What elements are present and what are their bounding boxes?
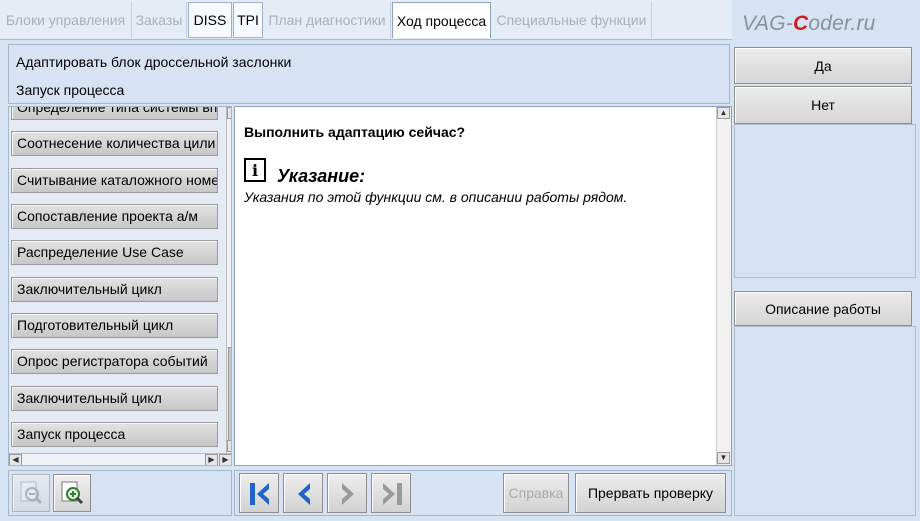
last-page-icon: [383, 483, 402, 505]
list-item[interactable]: Соотнесение количества цили: [11, 131, 218, 156]
list-item[interactable]: Считывание каталожного номе: [11, 168, 218, 193]
tab-diss[interactable]: DISS: [188, 2, 232, 38]
previous-icon: [298, 483, 310, 505]
scroll-left-icon[interactable]: ◀: [9, 454, 22, 465]
list-item[interactable]: Сопоставление проекта а/м: [11, 204, 218, 229]
zoom-in-icon: [61, 481, 84, 505]
right-lower-panel: [734, 326, 916, 516]
zoom-out-button[interactable]: [12, 474, 50, 512]
scroll-right-end-icon[interactable]: ▶: [219, 454, 231, 465]
hint-title: Указание:: [277, 166, 366, 186]
list-item[interactable]: Запуск процесса: [11, 422, 218, 447]
previous-button[interactable]: [283, 473, 323, 513]
help-button[interactable]: Справка: [503, 473, 569, 513]
next-button[interactable]: [327, 473, 367, 513]
work-description-button[interactable]: Описание работы: [734, 291, 912, 326]
tab-orders[interactable]: Заказы: [132, 2, 187, 38]
scroll-up-icon[interactable]: ▲: [227, 107, 231, 119]
process-step-list: Определение типа системы вп Соотнесение …: [8, 106, 232, 466]
list-item[interactable]: Опрос регистратора событий: [11, 349, 218, 374]
main-content-panel: Выполнить адаптацию сейчас? i Указание: …: [234, 106, 732, 466]
tab-process-flow[interactable]: Ход процесса: [392, 2, 491, 38]
process-step-title: Запуск процесса: [16, 82, 125, 98]
process-header: Адаптировать блок дроссельной заслонки З…: [8, 44, 730, 104]
list-scroll-thumb[interactable]: [228, 347, 231, 442]
list-item[interactable]: Заключительный цикл: [11, 277, 218, 302]
next-icon: [342, 483, 354, 505]
zoom-out-icon: [20, 481, 43, 505]
abort-test-button[interactable]: Прервать проверку: [575, 473, 726, 513]
right-empty-panel: [734, 124, 916, 278]
no-button[interactable]: Нет: [734, 86, 912, 124]
scroll-down-icon[interactable]: ▼: [227, 440, 231, 452]
brand-watermark: VAG-Coder.ru: [742, 12, 876, 35]
zoom-in-button[interactable]: [53, 474, 91, 512]
last-page-button[interactable]: [371, 473, 411, 513]
list-item[interactable]: Определение типа системы вп: [11, 107, 218, 120]
main-vertical-scrollbar[interactable]: ▲ ▼: [716, 107, 731, 465]
info-icon: i: [244, 158, 266, 182]
tab-control-units[interactable]: Блоки управления: [0, 2, 132, 38]
question-text: Выполнить адаптацию сейчас?: [244, 124, 466, 140]
hint-text: Указания по этой функции см. в описании …: [244, 189, 628, 205]
zoom-toolbar: [8, 470, 232, 516]
first-page-button[interactable]: [239, 473, 279, 513]
navigation-toolbar: Справка Прервать проверку: [234, 470, 732, 516]
tab-tpi[interactable]: TPI: [233, 2, 263, 38]
list-item[interactable]: Подготовительный цикл: [11, 313, 218, 338]
scroll-up-icon[interactable]: ▲: [717, 107, 730, 119]
function-title: Адаптировать блок дроссельной заслонки: [16, 54, 292, 70]
yes-button[interactable]: Да: [734, 47, 912, 84]
list-horizontal-scrollbar[interactable]: ◀ ▶ ▶: [9, 453, 231, 465]
list-item[interactable]: Распределение Use Case: [11, 240, 218, 265]
list-item[interactable]: Заключительный цикл: [11, 386, 218, 411]
first-page-icon: [250, 483, 269, 505]
tab-diagnostic-plan[interactable]: План диагностики: [264, 2, 391, 38]
tab-bar: Блоки управления Заказы DISS TPI План ди…: [0, 0, 732, 40]
scroll-right-icon[interactable]: ▶: [205, 454, 218, 465]
scroll-down-icon[interactable]: ▼: [717, 452, 730, 464]
list-vertical-scrollbar[interactable]: ▲ ▼: [226, 107, 231, 453]
tab-special-functions[interactable]: Специальные функции: [492, 2, 652, 38]
